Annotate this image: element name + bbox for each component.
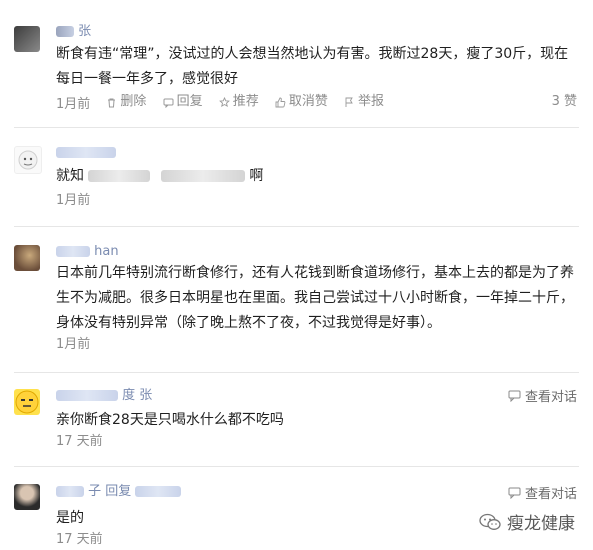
report-label: 举报 <box>358 94 385 109</box>
username-text: 度 张 <box>122 388 153 403</box>
comment-text: 断食有违“常理”，没试过的人会想当然地认为有害。我断过28天，瘦了30斤，现在每… <box>56 46 569 87</box>
view-dialog-label: 查看对话 <box>524 487 577 502</box>
reply-label: 回复 <box>176 94 203 109</box>
text-blur <box>160 170 245 182</box>
watermark-text: 瘦龙健康 <box>507 514 575 534</box>
comment-text: 就知 啊 <box>56 164 577 189</box>
comment-time: 1月前 <box>56 96 91 112</box>
view-dialog-label: 查看对话 <box>524 390 577 405</box>
comment-text: 日本前几年特别流行断食修行，还有人花钱到断食道场修行，基本上去的都是为了养生不为… <box>56 265 574 331</box>
username-text: 张 <box>78 24 92 39</box>
divider <box>14 127 579 128</box>
recommend-label: 推荐 <box>232 94 259 109</box>
comment-meta: 1月前 删除 回复 推荐 取消赞 举报 3 赞 <box>56 92 577 112</box>
avatar[interactable] <box>14 484 40 510</box>
avatar[interactable] <box>14 245 40 271</box>
username-text: 子 回复 <box>88 484 132 499</box>
delete-label: 删除 <box>120 94 147 109</box>
emoji-avatar-icon <box>15 390 39 414</box>
comment-time: 1月前 <box>56 337 91 352</box>
comment-time: 17 天前 <box>56 532 103 547</box>
username-blur <box>56 26 74 37</box>
divider <box>14 372 579 373</box>
comment-meta: 17 天前 <box>56 432 577 452</box>
flag-icon <box>345 97 353 107</box>
view-dialog-button[interactable]: 查看对话 <box>508 386 577 405</box>
report-button[interactable]: 举报 <box>344 92 384 112</box>
username-blur <box>56 390 118 401</box>
username[interactable]: 子 回复 <box>56 484 182 500</box>
avatar[interactable] <box>14 26 40 52</box>
username-blur <box>56 486 84 497</box>
username-blur <box>135 486 182 497</box>
like-count: 3 赞 <box>551 94 577 109</box>
username-text: han <box>94 244 119 259</box>
recommend-icon <box>218 96 230 107</box>
thumbs-up-icon <box>275 97 286 107</box>
chat-bubble-icon <box>508 487 521 499</box>
comment-text: 亲你断食28天是只喝水什么都不吃吗 <box>56 412 284 428</box>
reply-button[interactable]: 回复 <box>163 92 203 112</box>
trash-icon <box>108 98 116 107</box>
reply-icon <box>163 98 174 108</box>
recommend-button[interactable]: 推荐 <box>218 92 259 112</box>
username[interactable] <box>56 145 116 161</box>
text-blur <box>88 170 151 182</box>
unlike-label: 取消赞 <box>288 94 328 109</box>
unlike-button[interactable]: 取消赞 <box>275 92 328 112</box>
divider <box>14 466 579 467</box>
username[interactable]: han <box>56 244 119 260</box>
wechat-logo-icon <box>479 513 501 530</box>
cartoon-avatar-icon <box>18 150 38 170</box>
username-blur <box>56 147 116 158</box>
avatar[interactable] <box>14 146 42 174</box>
username[interactable]: 张 <box>56 24 91 40</box>
watermark: 瘦龙健康 <box>479 509 575 534</box>
avatar[interactable] <box>14 389 40 415</box>
view-dialog-button[interactable]: 查看对话 <box>508 483 577 502</box>
delete-button[interactable]: 删除 <box>106 92 146 112</box>
username-blur <box>56 246 90 257</box>
username[interactable]: 度 张 <box>56 388 152 404</box>
comment-meta: 1月前 <box>56 191 577 211</box>
comment-meta: 1月前 <box>56 335 577 355</box>
comment-time: 1月前 <box>56 193 91 208</box>
divider <box>14 226 579 227</box>
comment-text-start: 就知 <box>56 168 84 184</box>
chat-bubble-icon <box>508 390 521 402</box>
comment-time: 17 天前 <box>56 434 103 449</box>
comment-text-end: 啊 <box>249 168 264 184</box>
